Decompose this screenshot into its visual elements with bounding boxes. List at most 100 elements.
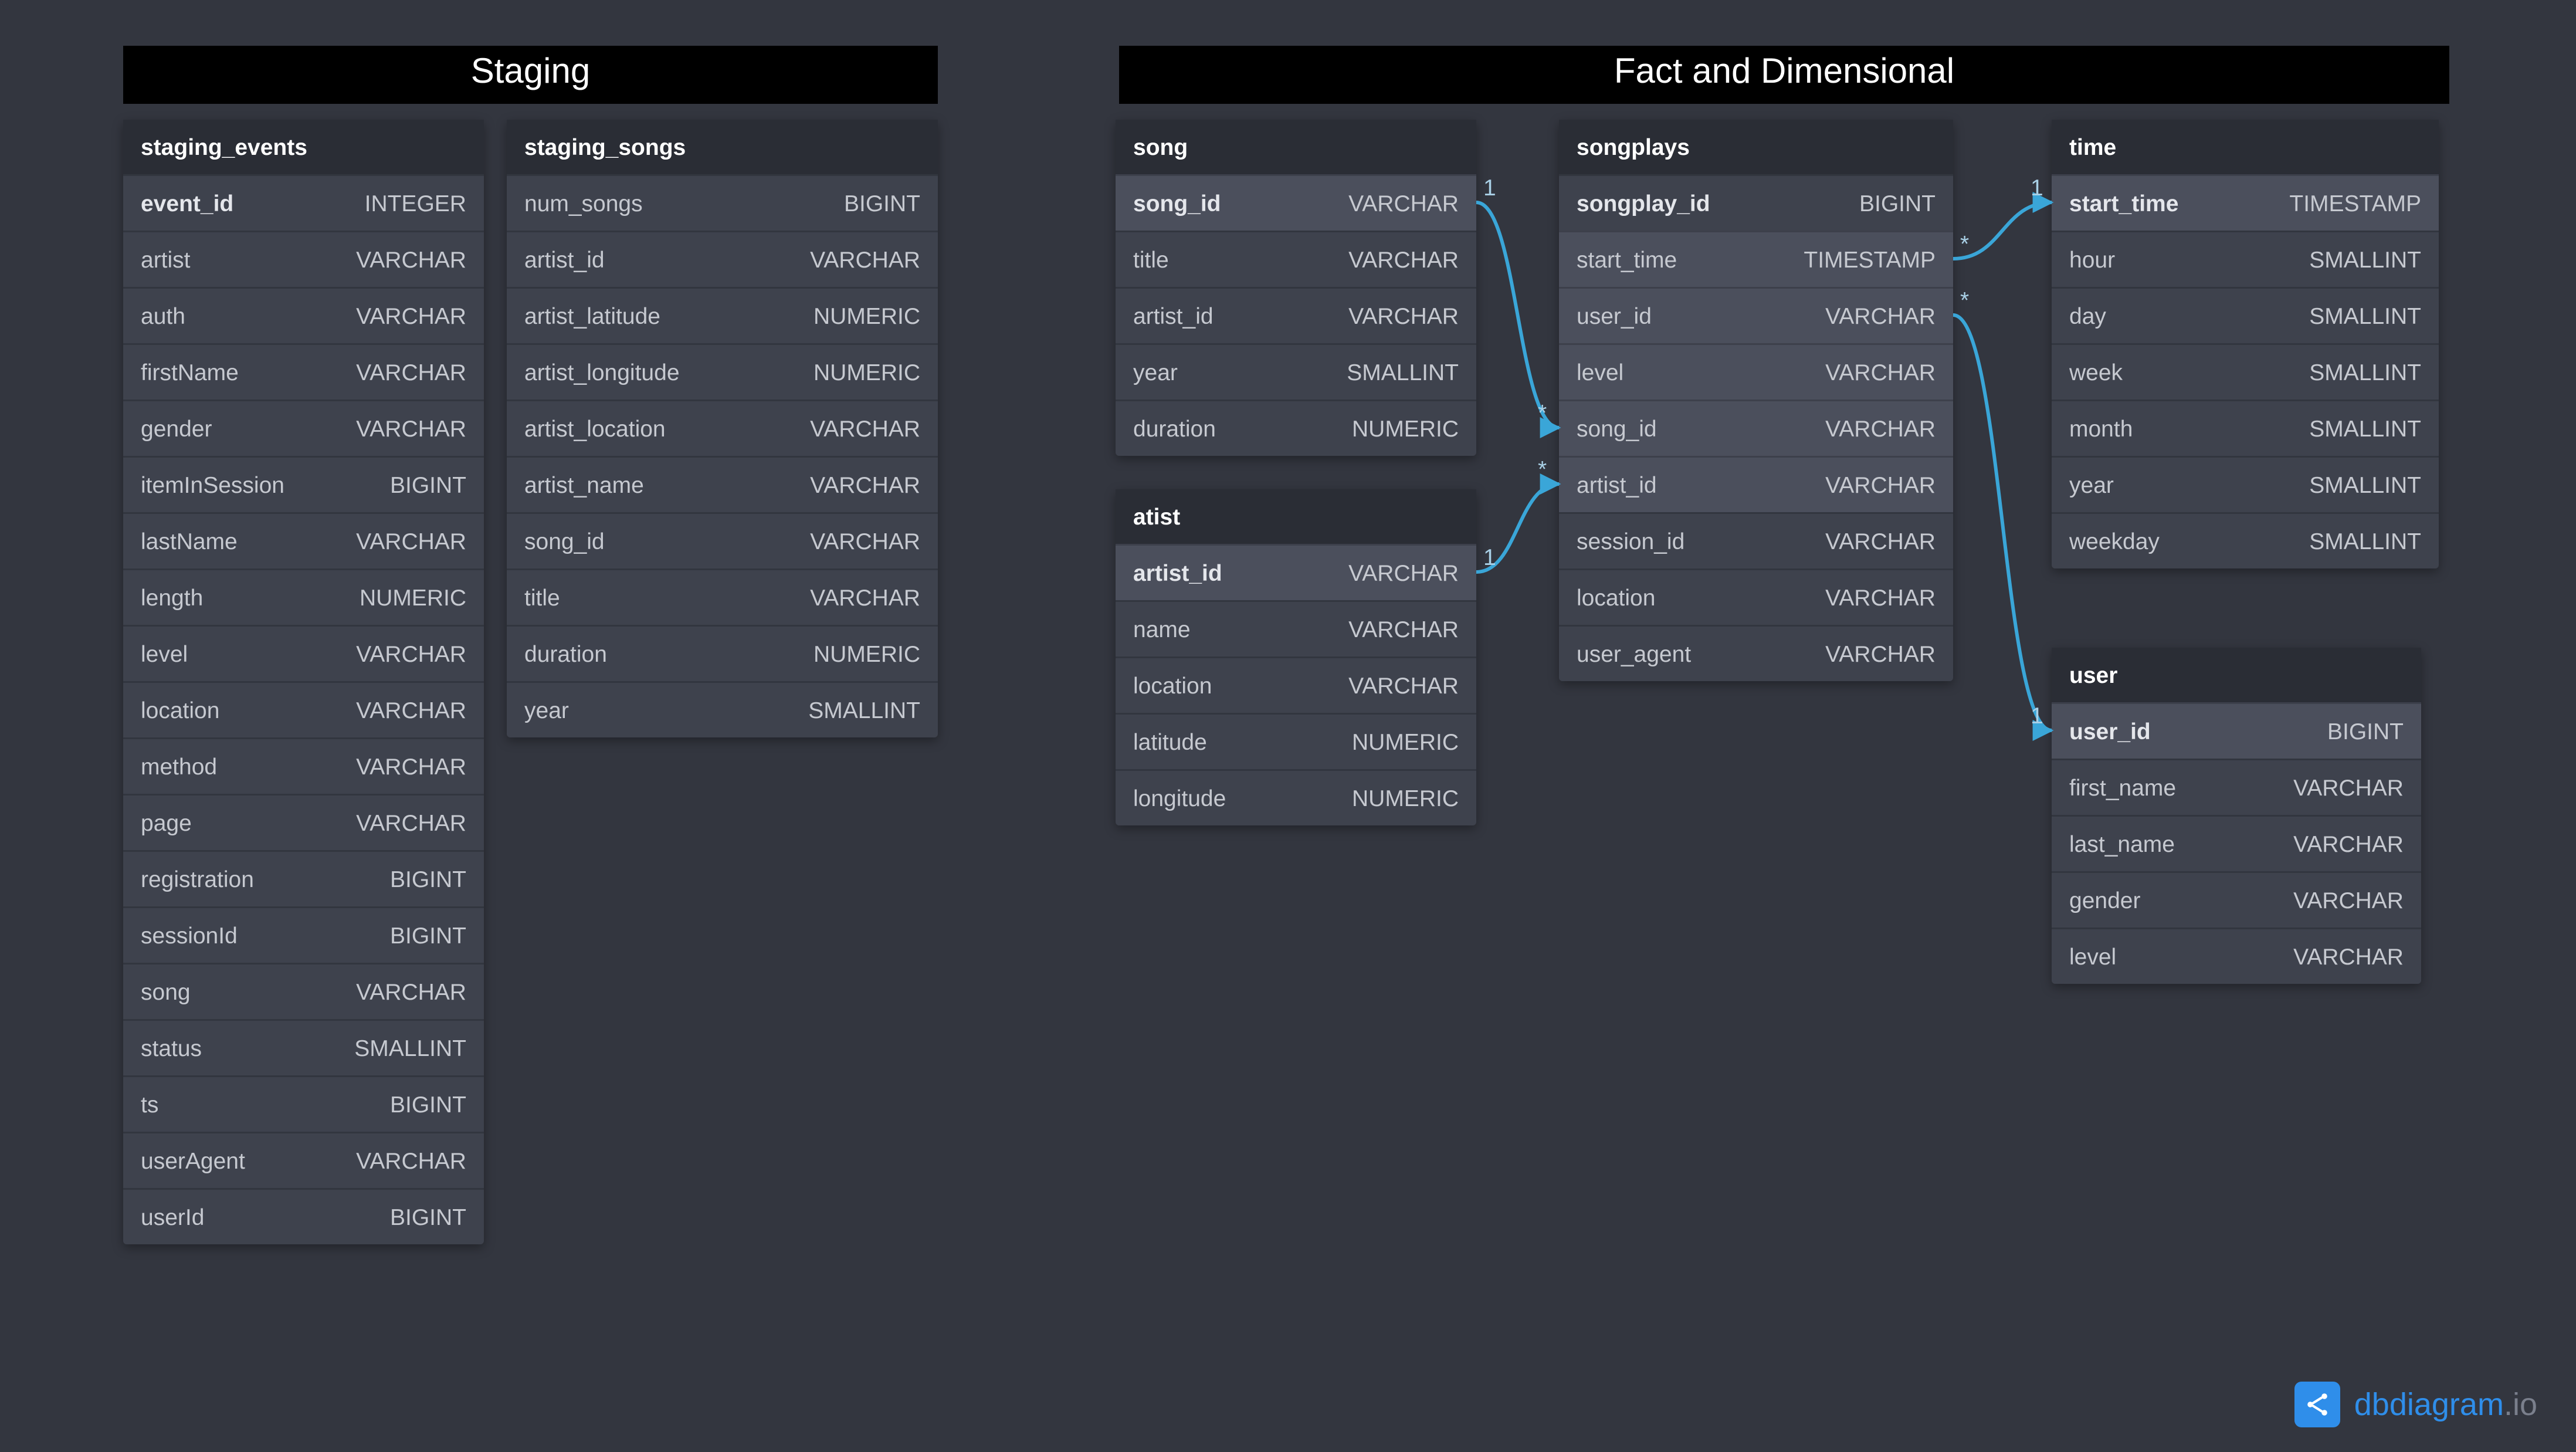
table-column[interactable]: monthSMALLINT: [2052, 400, 2439, 456]
column-type: BIGINT: [390, 922, 466, 949]
column-name: firstName: [141, 359, 239, 385]
column-type: VARCHAR: [1825, 641, 1936, 667]
table-song[interactable]: songsong_idVARCHARtitleVARCHARartist_idV…: [1116, 120, 1476, 456]
column-name: status: [141, 1035, 202, 1061]
table-staging-events[interactable]: staging_eventsevent_idINTEGERartistVARCH…: [123, 120, 484, 1244]
table-column[interactable]: sessionIdBIGINT: [123, 906, 484, 963]
table-column[interactable]: user_agentVARCHAR: [1559, 625, 1953, 681]
table-column[interactable]: song_idVARCHAR: [1559, 400, 1953, 456]
table-column[interactable]: durationNUMERIC: [1116, 400, 1476, 456]
table-column[interactable]: song_idVARCHAR: [1116, 174, 1476, 231]
table-column[interactable]: location VARCHAR: [1116, 656, 1476, 713]
table-column[interactable]: genderVARCHAR: [2052, 871, 2421, 928]
table-column[interactable]: artist_idVARCHAR: [507, 231, 938, 287]
table-column[interactable]: first_nameVARCHAR: [2052, 759, 2421, 815]
table-column[interactable]: registrationBIGINT: [123, 850, 484, 906]
column-type: SMALLINT: [2309, 528, 2421, 554]
table-column[interactable]: song_id VARCHAR: [507, 512, 938, 568]
column-name: year: [2069, 472, 2114, 498]
svg-text:1: 1: [2031, 175, 2043, 201]
footer-brand[interactable]: dbdiagram.io: [2294, 1382, 2537, 1427]
column-name: song_id: [1133, 190, 1221, 216]
table-column[interactable]: artist_nameVARCHAR: [507, 456, 938, 512]
column-type: VARCHAR: [356, 697, 466, 723]
table-user[interactable]: useruser_idBIGINTfirst_nameVARCHARlast_n…: [2052, 648, 2421, 984]
table-column[interactable]: statusSMALLINT: [123, 1019, 484, 1075]
table-time[interactable]: timestart_timeTIMESTAMPhourSMALLINTdaySM…: [2052, 120, 2439, 568]
table-column[interactable]: lastNameVARCHAR: [123, 512, 484, 568]
table-column[interactable]: yearSMALLINT: [2052, 456, 2439, 512]
column-name: ts: [141, 1091, 158, 1118]
column-name: user_id: [2069, 718, 2151, 744]
column-name: song_id: [524, 528, 605, 554]
table-column[interactable]: songVARCHAR: [123, 963, 484, 1019]
table-header: songplays: [1559, 120, 1953, 174]
table-column[interactable]: levelVARCHAR: [2052, 928, 2421, 984]
table-column[interactable]: artist_locationVARCHAR: [507, 400, 938, 456]
table-column[interactable]: yearSMALLINT: [507, 681, 938, 737]
column-type: SMALLINT: [1347, 359, 1459, 385]
table-column[interactable]: titleVARCHAR: [1116, 231, 1476, 287]
table-column[interactable]: user_idVARCHAR: [1559, 287, 1953, 343]
table-column[interactable]: titleVARCHAR: [507, 568, 938, 625]
column-name: hour: [2069, 246, 2115, 273]
table-column[interactable]: weekdaySMALLINT: [2052, 512, 2439, 568]
column-name: location: [1133, 672, 1212, 699]
column-name: first_name: [2069, 774, 2176, 801]
table-column[interactable]: longitudeNUMERIC: [1116, 769, 1476, 825]
table-column[interactable]: user_idBIGINT: [2052, 702, 2421, 759]
column-name: lastName: [141, 528, 238, 554]
table-column[interactable]: artist_idVARCHAR: [1559, 456, 1953, 512]
column-name: length: [141, 584, 203, 611]
column-type: VARCHAR: [810, 528, 920, 554]
table-column[interactable]: genderVARCHAR: [123, 400, 484, 456]
table-column[interactable]: last_nameVARCHAR: [2052, 815, 2421, 871]
column-name: longitude: [1133, 785, 1226, 811]
table-column[interactable]: weekSMALLINT: [2052, 343, 2439, 400]
table-column[interactable]: nameVARCHAR: [1116, 600, 1476, 656]
table-column[interactable]: artist_latitudeNUMERIC: [507, 287, 938, 343]
table-column[interactable]: durationNUMERIC: [507, 625, 938, 681]
table-column[interactable]: start_time TIMESTAMP: [2052, 174, 2439, 231]
table-column[interactable]: tsBIGINT: [123, 1075, 484, 1132]
table-column[interactable]: artistVARCHAR: [123, 231, 484, 287]
table-column[interactable]: latitudeNUMERIC: [1116, 713, 1476, 769]
table-column[interactable]: num_songsBIGINT: [507, 174, 938, 231]
table-songplays[interactable]: songplayssongplay_idBIGINTstart_timeTIME…: [1559, 120, 1953, 681]
table-column[interactable]: firstNameVARCHAR: [123, 343, 484, 400]
table-column[interactable]: session_idVARCHAR: [1559, 512, 1953, 568]
table-column[interactable]: lengthNUMERIC: [123, 568, 484, 625]
column-name: artist_longitude: [524, 359, 680, 385]
column-type: NUMERIC: [1352, 415, 1459, 442]
table-artist[interactable]: atistartist_idVARCHARnameVARCHARlocation…: [1116, 489, 1476, 825]
column-name: level: [1577, 359, 1623, 385]
table-column[interactable]: hourSMALLINT: [2052, 231, 2439, 287]
table-column[interactable]: userIdBIGINT: [123, 1188, 484, 1244]
table-column[interactable]: songplay_idBIGINT: [1559, 174, 1953, 231]
table-column[interactable]: artist_idVARCHAR: [1116, 544, 1476, 600]
table-column[interactable]: locationVARCHAR: [123, 681, 484, 737]
table-column[interactable]: itemInSessionBIGINT: [123, 456, 484, 512]
column-type: VARCHAR: [1348, 672, 1459, 699]
column-name: start_time: [2069, 190, 2178, 216]
table-column[interactable]: start_timeTIMESTAMP: [1559, 231, 1953, 287]
table-column[interactable]: yearSMALLINT: [1116, 343, 1476, 400]
table-column[interactable]: pageVARCHAR: [123, 794, 484, 850]
table-column[interactable]: levelVARCHAR: [123, 625, 484, 681]
column-name: latitude: [1133, 729, 1207, 755]
table-column[interactable]: levelVARCHAR: [1559, 343, 1953, 400]
table-staging-songs[interactable]: staging_songsnum_songsBIGINTartist_idVAR…: [507, 120, 938, 737]
table-column[interactable]: artist_id VARCHAR: [1116, 287, 1476, 343]
column-name: artist_id: [1133, 303, 1214, 329]
table-column[interactable]: authVARCHAR: [123, 287, 484, 343]
table-column[interactable]: artist_longitudeNUMERIC: [507, 343, 938, 400]
table-column[interactable]: event_idINTEGER: [123, 174, 484, 231]
column-name: songplay_id: [1577, 190, 1710, 216]
table-column[interactable]: locationVARCHAR: [1559, 568, 1953, 625]
column-type: VARCHAR: [1348, 303, 1459, 329]
table-column[interactable]: daySMALLINT: [2052, 287, 2439, 343]
column-type: VARCHAR: [810, 472, 920, 498]
column-type: TIMESTAMP: [2289, 190, 2421, 216]
table-column[interactable]: methodVARCHAR: [123, 737, 484, 794]
table-column[interactable]: userAgentVARCHAR: [123, 1132, 484, 1188]
